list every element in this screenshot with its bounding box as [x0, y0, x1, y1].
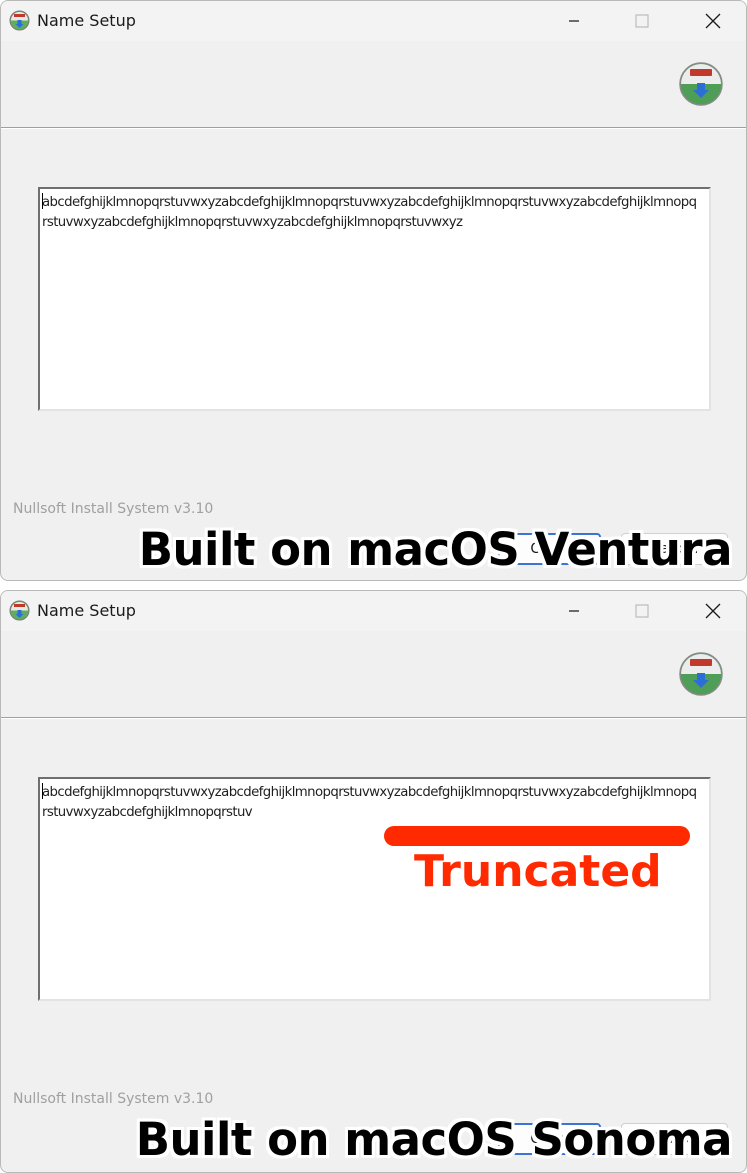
nsis-installer-icon: [679, 652, 723, 696]
maximize-icon: [635, 14, 649, 28]
truncation-marker-bar: [384, 826, 690, 846]
branding-text: Nullsoft Install System v3.10: [13, 1091, 214, 1107]
minimize-icon: [569, 20, 579, 22]
maximize-button: [619, 591, 665, 631]
overlay-caption: Built on macOS Sonoma: [135, 1113, 733, 1166]
nsis-installer-icon: [9, 600, 30, 621]
header-banner: [1, 631, 746, 718]
branding-text: Nullsoft Install System v3.10: [13, 501, 214, 517]
close-icon: [705, 13, 721, 29]
title-bar[interactable]: Name Setup: [1, 591, 746, 631]
truncated-annotation: Truncated: [414, 846, 662, 897]
nsis-installer-icon: [679, 62, 723, 106]
maximize-icon: [635, 604, 649, 618]
header-banner: [1, 41, 746, 128]
minimize-icon: [569, 610, 579, 612]
close-window-button[interactable]: [690, 1, 736, 41]
installer-window-ventura: Name Setup abcdefghijklmnopqrstuvwxyzabc…: [0, 0, 747, 581]
title-bar[interactable]: Name Setup: [1, 1, 746, 41]
text-field-value: abcdefghijklmnopqrstuvwxyzabcdefghijklmn…: [42, 195, 697, 230]
installer-window-sonoma: Name Setup abcdefghijklmnopqrstuvwxyzabc…: [0, 590, 747, 1173]
text-field-value: abcdefghijklmnopqrstuvwxyzabcdefghijklmn…: [42, 785, 697, 820]
close-icon: [705, 603, 721, 619]
window-title: Name Setup: [37, 601, 136, 620]
close-window-button[interactable]: [690, 591, 736, 631]
minimize-button[interactable]: [551, 591, 597, 631]
minimize-button[interactable]: [551, 1, 597, 41]
overlay-caption: Built on macOS Ventura: [138, 523, 733, 576]
maximize-button: [619, 1, 665, 41]
text-field[interactable]: abcdefghijklmnopqrstuvwxyzabcdefghijklmn…: [38, 187, 711, 411]
nsis-installer-icon: [9, 10, 30, 31]
window-title: Name Setup: [37, 11, 136, 30]
